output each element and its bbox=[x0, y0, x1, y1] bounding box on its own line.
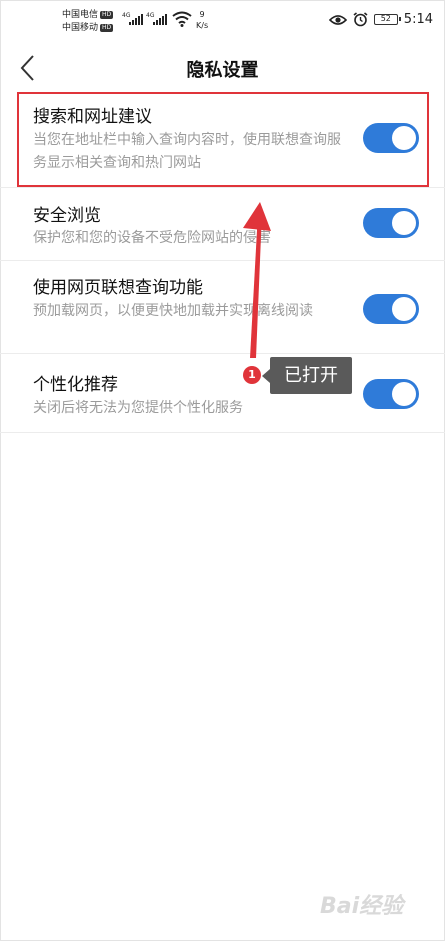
watermark-logo: Bai经验 bbox=[320, 894, 404, 919]
annotation-callout: 已打开 bbox=[262, 357, 352, 394]
setting-desc: 关闭后将无法为您提供个性化服务 bbox=[33, 400, 243, 416]
step-number-badge: 1 bbox=[243, 366, 261, 384]
annotation-arrow-icon bbox=[243, 202, 271, 358]
